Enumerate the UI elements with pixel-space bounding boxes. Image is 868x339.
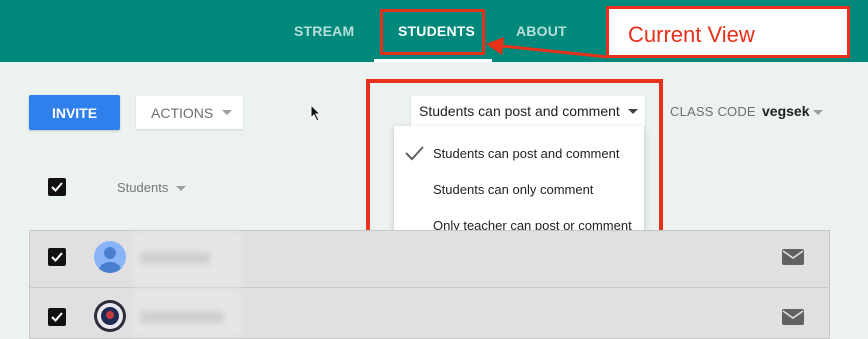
class-code-value[interactable]: vegsek <box>762 103 809 119</box>
mail-icon[interactable] <box>782 249 804 265</box>
row-checkbox[interactable] <box>48 308 66 326</box>
checkmark-icon <box>51 312 63 322</box>
select-all-checkbox[interactable] <box>48 178 66 196</box>
avatar <box>94 300 126 332</box>
actions-label: ACTIONS <box>151 104 214 121</box>
annotation-arrow <box>486 37 609 59</box>
invite-button[interactable]: INVITE <box>29 95 120 130</box>
active-tab-indicator <box>374 59 492 62</box>
chevron-down-icon <box>222 110 233 115</box>
row-divider <box>30 287 830 288</box>
tab-stream[interactable]: STREAM <box>294 23 354 39</box>
chevron-down-icon[interactable] <box>813 110 823 115</box>
students-sort-header[interactable]: Students <box>117 180 168 195</box>
actions-dropdown[interactable]: ACTIONS <box>136 96 243 129</box>
mail-icon[interactable] <box>782 309 804 325</box>
class-code-label: CLASS CODE <box>670 104 756 119</box>
checkmark-icon <box>51 252 63 262</box>
callout-text: Current View <box>628 22 755 47</box>
chevron-down-icon[interactable] <box>176 186 186 191</box>
default-avatar-icon <box>94 241 126 273</box>
checkmark-icon <box>51 182 63 192</box>
mouse-cursor-icon <box>310 104 322 122</box>
student-name-redacted <box>140 252 210 264</box>
annotation-students-box <box>380 9 485 55</box>
annotation-callout: Current View <box>606 6 850 58</box>
student-name-redacted <box>140 311 224 323</box>
row-checkbox[interactable] <box>48 248 66 266</box>
